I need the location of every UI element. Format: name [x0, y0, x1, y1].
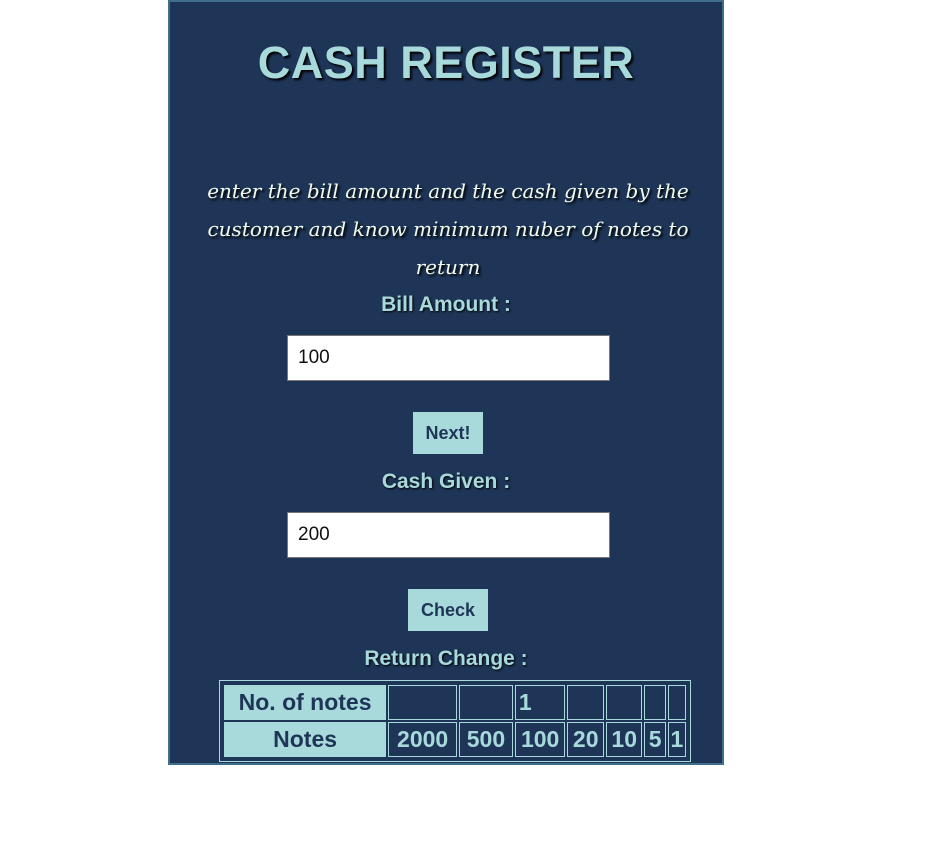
return-change-label: Return Change : — [364, 647, 528, 670]
count-row: No. of notes 1 — [224, 685, 686, 720]
count-cell-5 — [644, 685, 666, 720]
cash-given-input[interactable] — [287, 512, 610, 558]
note-cell-1: 1 — [667, 722, 686, 757]
note-cell-100: 100 — [514, 722, 566, 757]
note-cell-2000: 2000 — [388, 722, 458, 757]
next-button[interactable]: Next! — [413, 412, 483, 454]
notes-row: Notes 2000 500 100 20 10 5 1 — [224, 722, 686, 757]
cash-given-label: Cash Given : — [381, 470, 511, 493]
note-cell-5: 5 — [644, 722, 666, 757]
bill-amount-label: Bill Amount : — [381, 293, 511, 316]
note-cell-10: 10 — [605, 722, 643, 757]
cash-register-app: CASH REGISTER enter the bill amount and … — [168, 0, 724, 765]
note-cell-500: 500 — [459, 722, 513, 757]
notes-header: Notes — [224, 722, 387, 757]
count-cell-20 — [567, 685, 604, 720]
count-cell-100: 1 — [514, 685, 566, 720]
count-cell-10 — [605, 685, 643, 720]
change-table: No. of notes 1 Notes 2000 500 100 20 10 … — [222, 683, 688, 759]
check-button[interactable]: Check — [408, 589, 488, 631]
note-cell-20: 20 — [567, 722, 604, 757]
bill-amount-input[interactable] — [287, 335, 610, 381]
count-cell-2000 — [388, 685, 458, 720]
app-description: enter the bill amount and the cash given… — [207, 179, 689, 279]
change-table-wrapper: No. of notes 1 Notes 2000 500 100 20 10 … — [219, 680, 691, 762]
count-cell-1 — [667, 685, 686, 720]
count-header: No. of notes — [224, 685, 387, 720]
count-cell-500 — [459, 685, 513, 720]
page-title: CASH REGISTER — [257, 37, 635, 88]
